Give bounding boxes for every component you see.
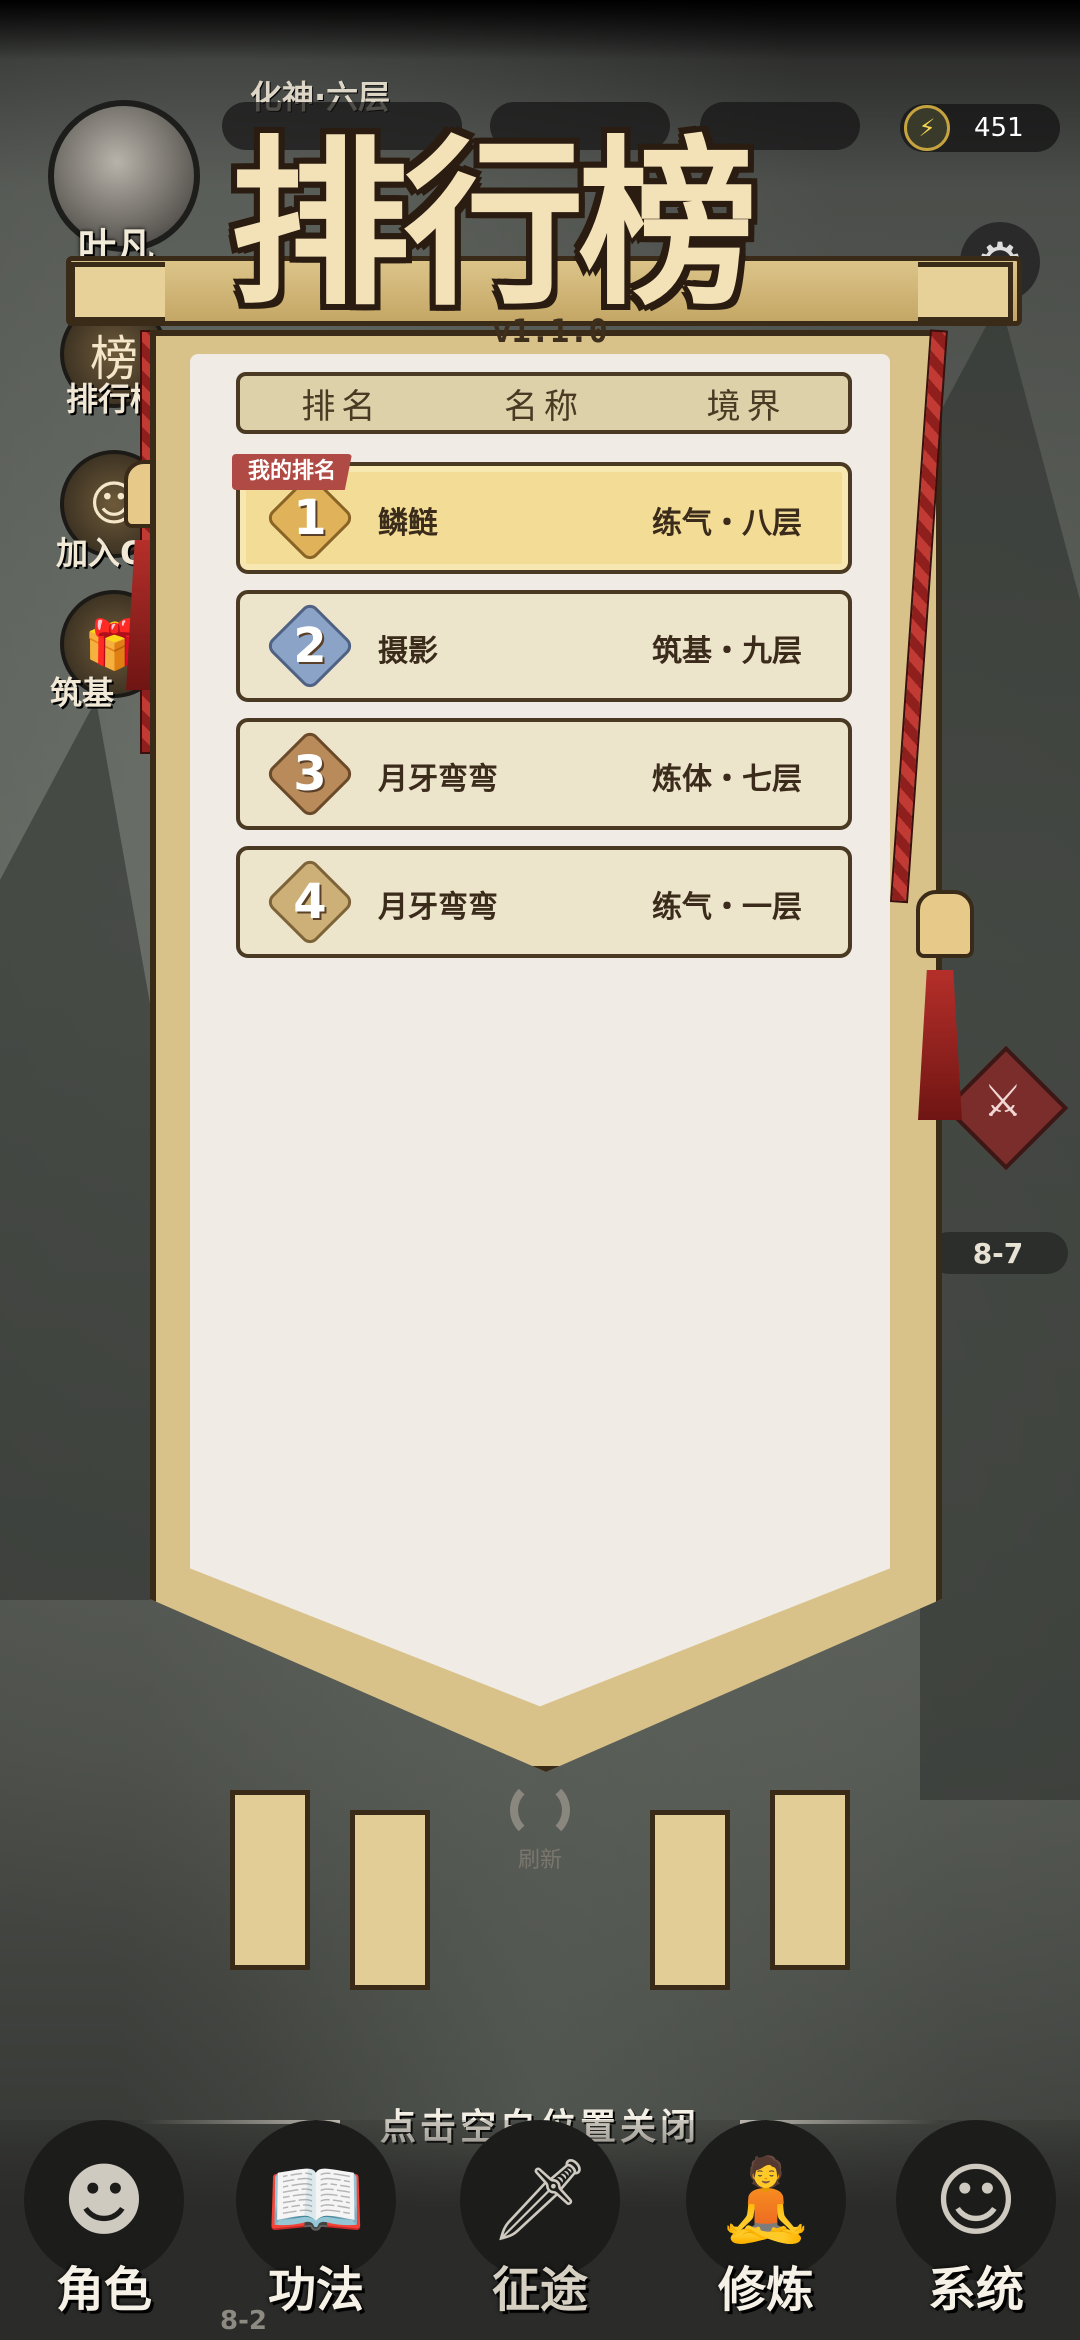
version-label: v1.1.0	[492, 312, 608, 350]
left-menu-label-gift[interactable]: 筑基	[50, 668, 114, 714]
nav-tab-character[interactable]: ☻ 角色	[14, 2120, 194, 2340]
stage-label: 8-7	[928, 1232, 1068, 1274]
column-header-rank: 排名	[301, 386, 382, 427]
rod-end-right	[918, 262, 1013, 322]
rank-medal-gold-icon: 1	[264, 472, 356, 564]
nav-tab-journey[interactable]: 🗡 征途	[450, 2120, 630, 2340]
nav-tab-system[interactable]: ☺ 系统	[886, 2120, 1066, 2340]
table-row[interactable]: 2 摄影 筑基・九层	[236, 590, 852, 702]
player-name-cell: 月牙弯弯	[378, 762, 498, 797]
realm-cell: 筑基・九层	[652, 634, 802, 669]
player-name-cell: 摄影	[378, 634, 438, 669]
realm-cell: 练气・一层	[652, 890, 802, 925]
realm-cell: 练气・八层	[652, 506, 802, 541]
column-header-realm: 境界	[706, 386, 787, 427]
table-row[interactable]: 3 月牙弯弯 炼体・七层	[236, 718, 852, 830]
table-header: 排名 名称 境界	[236, 372, 852, 434]
page-title: 排行榜	[230, 119, 758, 330]
my-rank-tag: 我的排名	[232, 454, 353, 490]
rank-medal-silver-icon: 2	[264, 600, 356, 692]
lightning-icon: ⚡	[904, 105, 950, 151]
banner-fringe	[350, 1810, 430, 1990]
rank-medal-plain-icon: 4	[264, 856, 356, 948]
column-header-name: 名称	[504, 386, 584, 427]
refresh-icon	[510, 1780, 570, 1840]
bell-right	[916, 890, 974, 958]
nav-tab-cultivate[interactable]: 🧘 修炼	[676, 2120, 856, 2340]
table-row[interactable]: 4 月牙弯弯 练气・一层	[236, 846, 852, 958]
nav-label: 征途	[491, 2262, 588, 2318]
energy-counter[interactable]: ⚡ 451	[900, 104, 1060, 152]
banner-fringe	[770, 1790, 850, 1970]
banner-fringe	[230, 1790, 310, 1970]
status-bar	[0, 0, 1080, 60]
refresh-button[interactable]: 刷新	[500, 1780, 580, 1874]
player-name-cell: 月牙弯弯	[378, 890, 498, 925]
energy-value: 451	[974, 113, 1024, 143]
nav-label: 角色	[55, 2262, 152, 2318]
rank-medal-bronze-icon: 3	[264, 728, 356, 820]
rod-end-left	[70, 262, 165, 322]
nav-label: 修炼	[717, 2262, 814, 2318]
realm-cell: 炼体・七层	[652, 762, 802, 797]
player-name-cell: 鳞鲢	[378, 506, 438, 541]
stage-label-bottom: 8-2	[220, 2306, 267, 2336]
refresh-label: 刷新	[517, 1848, 562, 1873]
crossed-swords-icon: ⚔	[983, 1075, 1023, 1127]
nav-label: 系统	[927, 2262, 1024, 2318]
banner-fringe	[650, 1810, 730, 1990]
